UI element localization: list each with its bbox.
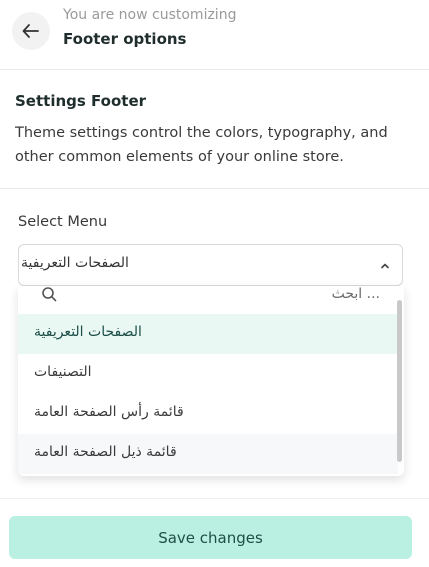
option-item[interactable]: الصفحات التعريفية [18,314,398,354]
save-changes-button[interactable]: Save changes [9,516,412,559]
header-title: Footer options [63,30,187,48]
option-label: قائمة رأس الصفحة العامة [34,404,184,420]
settings-title: Settings Footer [15,92,147,110]
section-divider [0,188,429,189]
chevron-up-icon [381,263,389,269]
select-menu-value: الصفحات التعريفية [21,255,129,271]
options-search [18,286,398,314]
option-label: قائمة ذيل الصفحة العامة [34,444,177,460]
arrow-left-icon [22,24,39,38]
option-item[interactable]: قائمة رأس الصفحة العامة [18,394,398,434]
select-menu-options: الصفحات التعريفية التصنيفات قائمة رأس ال… [18,286,404,476]
option-label: الصفحات التعريفية [34,324,142,340]
option-item[interactable]: التصنيفات [18,354,398,394]
select-menu-label: Select Menu [18,214,108,230]
settings-description: Theme settings control the colors, typog… [15,125,388,165]
select-menu-dropdown[interactable]: الصفحات التعريفية [18,244,403,286]
customizer-header: You are now customizing Footer options [0,0,429,70]
search-icon [42,287,57,302]
option-label: التصنيفات [34,364,92,380]
option-item[interactable]: قائمة ذيل الصفحة العامة [18,434,398,474]
options-scrollbar[interactable] [397,300,402,462]
options-search-input[interactable] [80,286,380,304]
header-subtitle: You are now customizing [63,7,237,23]
back-button[interactable] [12,12,50,50]
